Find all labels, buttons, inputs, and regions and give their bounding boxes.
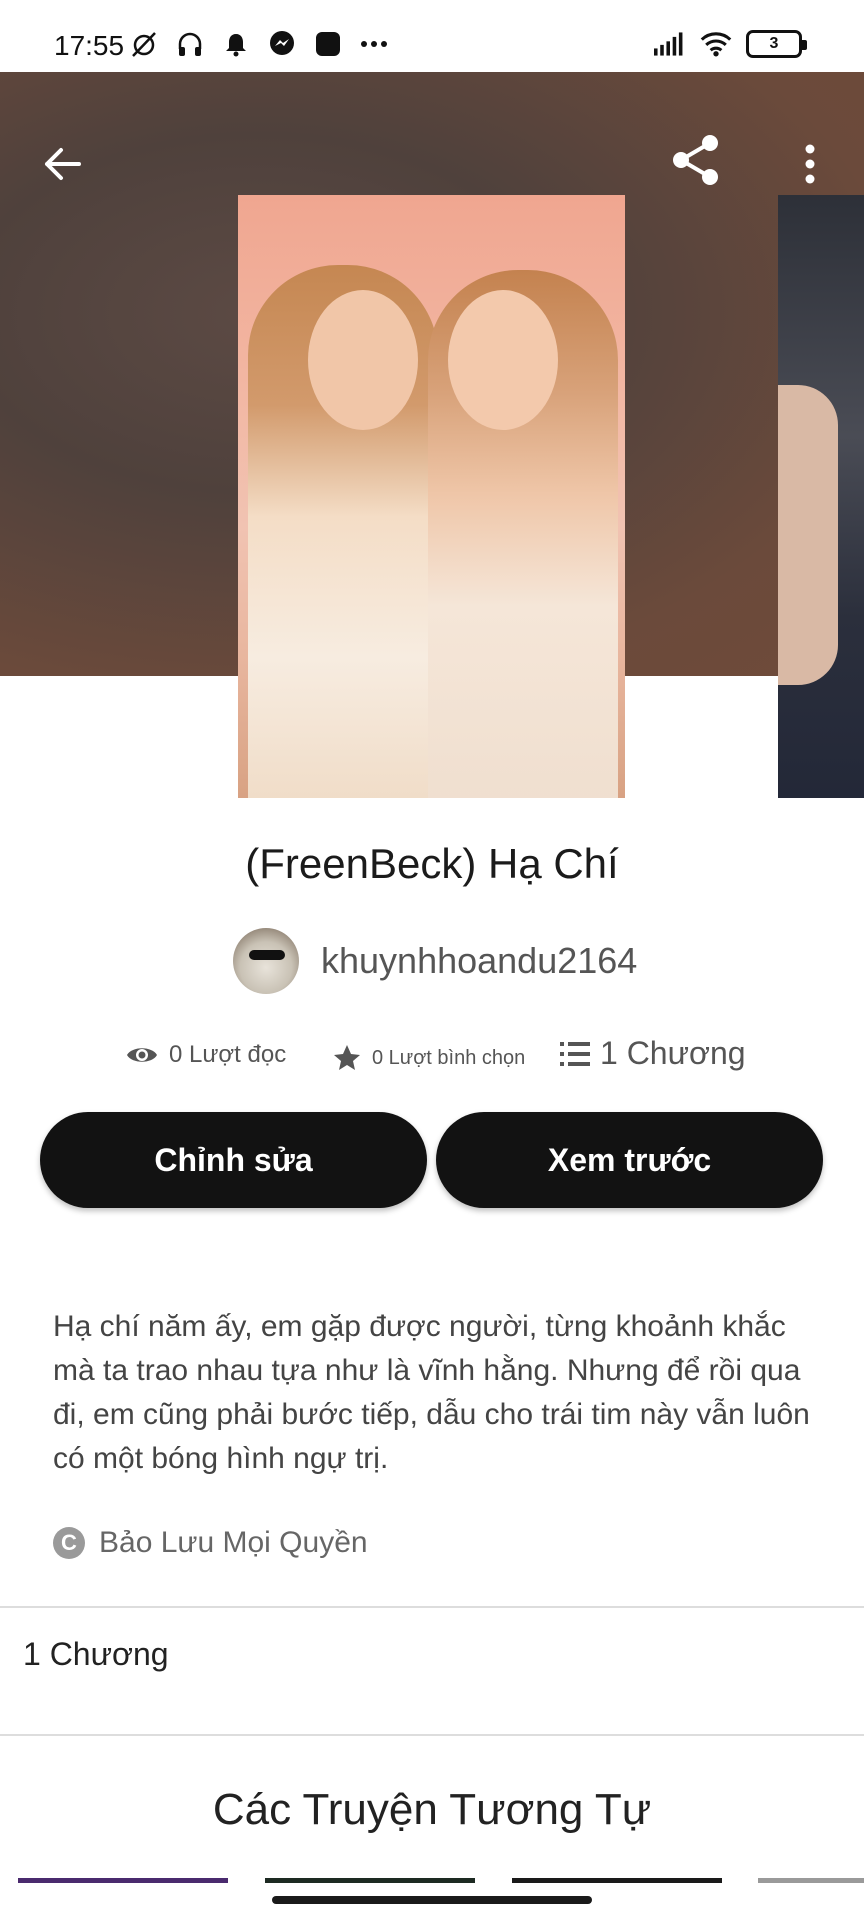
mute-alarm-icon (128, 28, 160, 60)
headphones-icon (174, 28, 206, 60)
story-description: Hạ chí năm ấy, em gặp được người, từng k… (53, 1310, 810, 1475)
copyright-label: Bảo Lưu Mọi Quyền (99, 1526, 368, 1559)
app-square-icon (312, 28, 344, 60)
status-bar: 17:55 3 (0, 0, 864, 72)
next-cover-figure (778, 385, 838, 685)
back-button[interactable] (30, 132, 94, 196)
wifi-icon (700, 28, 732, 60)
home-indicator[interactable] (272, 1896, 592, 1904)
cover-face-left (308, 290, 418, 430)
divider (0, 1606, 864, 1608)
stat-chapters-label: 1 Chương (600, 1035, 746, 1071)
more-options-button[interactable] (778, 132, 842, 196)
avatar-glasses (249, 950, 285, 960)
similar-story-card[interactable] (512, 1878, 722, 1883)
similar-story-card[interactable] (265, 1878, 475, 1883)
similar-stories-strip (0, 1878, 864, 1884)
similar-story-card[interactable] (18, 1878, 228, 1883)
next-cover-image[interactable] (778, 195, 864, 798)
similar-story-card[interactable] (758, 1878, 864, 1883)
author-row[interactable]: khuynhhoandu2164 (233, 928, 637, 994)
more-vertical-icon (805, 144, 815, 184)
divider (0, 1734, 864, 1736)
copyright-icon: C (53, 1527, 85, 1559)
more-dots-icon (358, 28, 390, 60)
status-time: 17:55 (54, 30, 125, 61)
arrow-left-icon (45, 148, 81, 180)
stats-row: 0 Lượt đọc 0 Lượt bình chọn 1 Chương (0, 1035, 864, 1079)
messenger-icon (266, 28, 298, 60)
cover-face-right (448, 290, 558, 430)
author-name[interactable]: khuynhhoandu2164 (321, 940, 637, 982)
preview-button[interactable]: Xem trước (436, 1112, 823, 1208)
status-icons-left (128, 28, 390, 60)
list-icon (560, 1041, 590, 1066)
stat-reads: 0 Lượt đọc (125, 1041, 286, 1069)
signal-icon (654, 28, 686, 60)
stat-votes: 0 Lượt bình chọn (332, 1043, 525, 1073)
share-icon (673, 135, 718, 185)
stat-chapters: 1 Chương (560, 1035, 746, 1072)
stat-reads-label: 0 Lượt đọc (169, 1041, 287, 1068)
stat-votes-label: 0 Lượt bình chọn (372, 1046, 526, 1069)
status-icons-right: 3 (654, 28, 807, 60)
battery-icon: 3 (746, 30, 807, 58)
bell-icon (220, 28, 252, 60)
story-cover-image[interactable] (238, 195, 625, 798)
story-title: (FreenBeck) Hạ Chí (245, 840, 619, 887)
similar-stories-title: Các Truyện Tương Tự (212, 1785, 652, 1834)
copyright-row: C Bảo Lưu Mọi Quyền (53, 1526, 368, 1560)
avatar[interactable] (233, 928, 299, 994)
chapters-list-link[interactable]: 1 Chương (23, 1636, 169, 1673)
share-button[interactable] (664, 128, 728, 192)
star-icon (334, 1045, 360, 1070)
edit-button[interactable]: Chỉnh sửa (40, 1112, 427, 1208)
eye-icon (127, 1048, 157, 1062)
